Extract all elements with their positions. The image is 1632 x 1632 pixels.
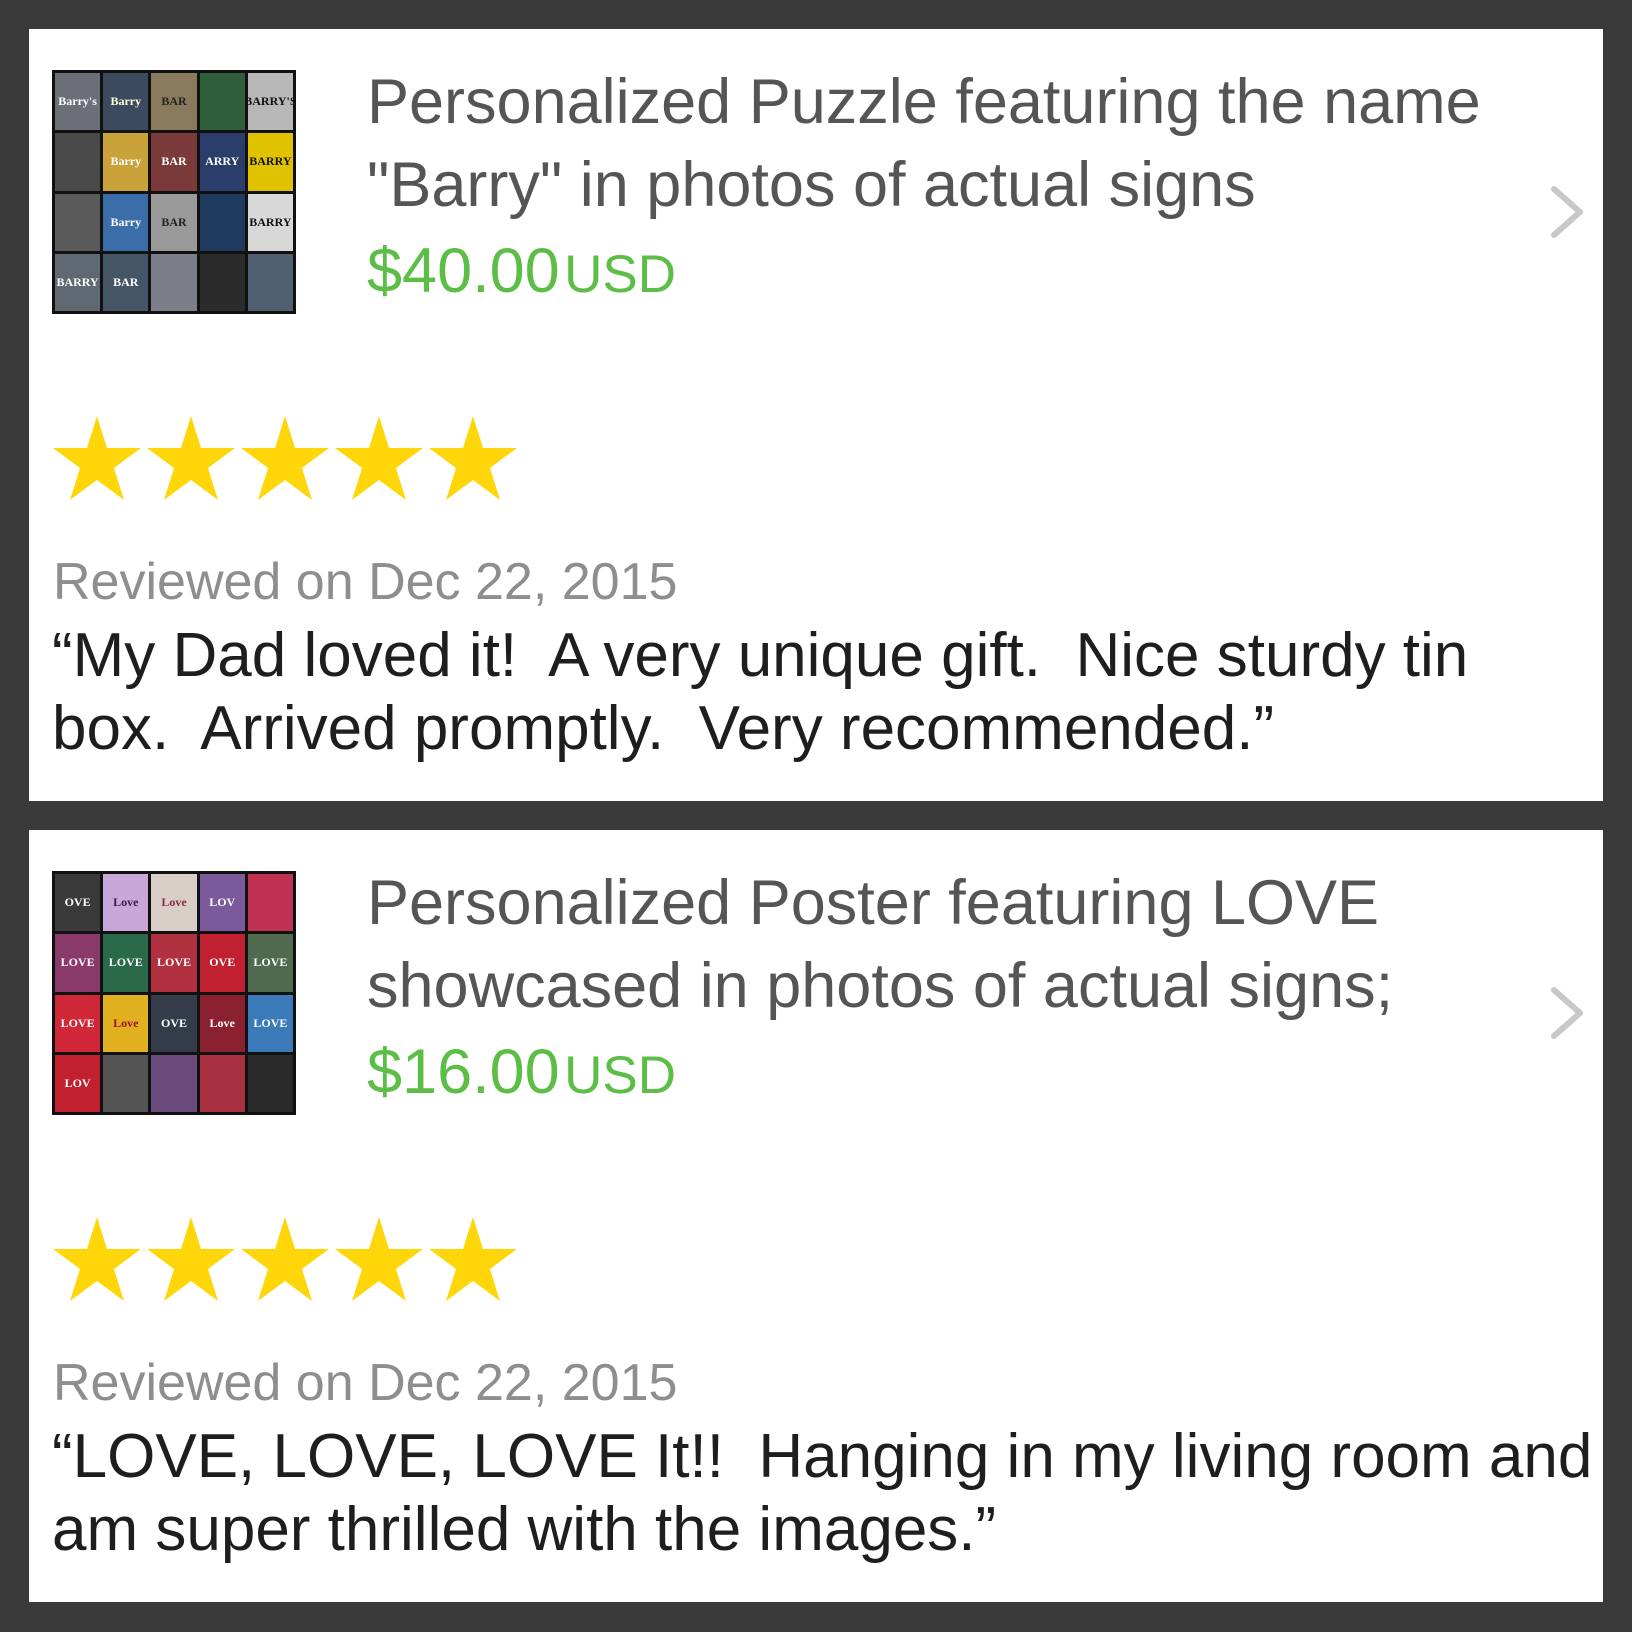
product-row[interactable]: OVE Love Love LOV LOVE LOVE LOVE OVE LOVE LOVE Lov… (29, 830, 1603, 1130)
thumbnail-tile (199, 1054, 245, 1112)
star-icon (53, 416, 141, 500)
product-thumbnail[interactable]: OVE Love Love LOV LOVE LOVE LOVE OVE LOVE LOVE Lov… (52, 871, 296, 1115)
star-icon (335, 416, 423, 500)
star-icon (429, 416, 517, 500)
star-icon (429, 1217, 517, 1301)
thumbnail-tile (199, 253, 245, 311)
thumbnail-tile (151, 253, 197, 311)
thumbnail-tile: Barry (103, 73, 149, 131)
thumbnail-tile: LOV (199, 874, 245, 932)
thumbnail-tile (151, 1054, 197, 1112)
thumbnail-tile: LOVE (247, 994, 293, 1052)
review-text: “LOVE, LOVE, LOVE It!! Hanging in my liv… (52, 1422, 1610, 1564)
thumbnail-tile: LOVE (247, 934, 293, 992)
review-text: “My Dad loved it! A very unique gift. Ni… (52, 621, 1486, 763)
review-date: Reviewed on Dec 22, 2015 (53, 1354, 678, 1412)
thumbnail-tile: Love (103, 994, 149, 1052)
thumbnail-tile: Love (199, 994, 245, 1052)
thumbnail-tile (55, 193, 101, 251)
star-icon (53, 1217, 141, 1301)
thumbnail-tile (103, 1054, 149, 1112)
thumbnail-tile (247, 253, 293, 311)
product-row[interactable]: Barry'sBarryBARBARRY'SBarryBARARRYBARRYB… (29, 29, 1603, 329)
thumbnail-tile: LOVE (103, 934, 149, 992)
thumbnail-tile: Barry (103, 193, 149, 251)
thumbnail-tile (199, 73, 245, 131)
thumbnail-tile (247, 874, 293, 932)
chevron-right-icon[interactable] (1546, 179, 1590, 245)
product-price: $16.00 USD (367, 1036, 676, 1108)
review-date: Reviewed on Dec 22, 2015 (53, 553, 678, 611)
thumbnail-tile: OVE (151, 994, 197, 1052)
thumbnail-tile: OVE (199, 934, 245, 992)
price-amount: $16.00 (367, 1037, 560, 1107)
thumbnail-tile: BAR (103, 253, 149, 311)
price-amount: $40.00 (367, 236, 560, 306)
thumbnail-tile (199, 193, 245, 251)
thumbnail-tile: LOVE (55, 934, 101, 992)
star-icon (335, 1217, 423, 1301)
thumbnail-tile: BAR (151, 73, 197, 131)
thumbnail-tile: BARRY (55, 253, 101, 311)
product-title: Personalized Puzzle featuring the name "… (367, 67, 1481, 220)
star-icon (147, 1217, 235, 1301)
price-currency: USD (564, 245, 677, 304)
thumbnail-tile: Love (151, 874, 197, 932)
thumbnail-tile (55, 133, 101, 191)
product-title: Personalized Poster featuring LOVE showc… (367, 868, 1394, 1021)
price-currency: USD (564, 1046, 677, 1105)
star-icon (147, 416, 235, 500)
thumbnail-tile: BAR (151, 133, 197, 191)
thumbnail-tile: LOVE (55, 994, 101, 1052)
star-rating (51, 1215, 519, 1305)
chevron-right-icon[interactable] (1546, 980, 1590, 1046)
thumbnail-tile: Love (103, 874, 149, 932)
thumbnail-tile: OVE (55, 874, 101, 932)
thumbnail-tile: Barry's (55, 73, 101, 131)
thumbnail-tile (247, 1054, 293, 1112)
product-thumbnail[interactable]: Barry'sBarryBARBARRY'SBarryBARARRYBARRYB… (52, 70, 296, 314)
thumbnail-tile: BAR (151, 193, 197, 251)
thumbnail-tile: LOVE (151, 934, 197, 992)
thumbnail-tile: BARRY'S (247, 73, 293, 131)
thumbnail-tile: Barry (103, 133, 149, 191)
star-icon (241, 416, 329, 500)
thumbnail-tile: ARRY (199, 133, 245, 191)
star-icon (241, 1217, 329, 1301)
thumbnail-tile: BARRY (247, 133, 293, 191)
product-price: $40.00 USD (367, 235, 676, 307)
review-card: OVE Love Love LOV LOVE LOVE LOVE OVE LOVE LOVE Lov… (29, 830, 1603, 1602)
star-rating (51, 414, 519, 504)
thumbnail-tile: BARRY (247, 193, 293, 251)
thumbnail-tile: LOV (55, 1054, 101, 1112)
review-card: Barry'sBarryBARBARRY'SBarryBARARRYBARRYB… (29, 29, 1603, 801)
